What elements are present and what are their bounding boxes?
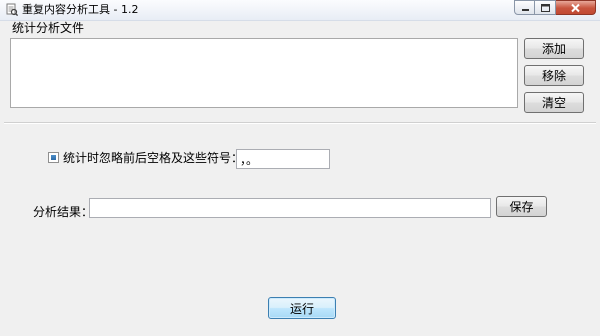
minimize-icon	[522, 9, 529, 11]
remove-button[interactable]: 移除	[524, 65, 584, 86]
save-button[interactable]: 保存	[496, 196, 547, 217]
maximize-button[interactable]	[535, 0, 556, 15]
close-button[interactable]	[556, 0, 596, 15]
result-input[interactable]	[89, 198, 491, 218]
close-icon	[571, 3, 580, 13]
separator	[4, 122, 596, 124]
checkbox-fill	[51, 155, 56, 160]
add-button[interactable]: 添加	[524, 38, 584, 59]
ignore-symbols-checkbox[interactable]	[48, 152, 59, 163]
files-section-label: 统计分析文件	[12, 21, 85, 35]
symbols-input[interactable]	[236, 149, 330, 169]
maximize-icon	[541, 4, 550, 12]
clear-button[interactable]: 清空	[524, 92, 584, 113]
file-list[interactable]	[10, 38, 518, 108]
run-button[interactable]: 运行	[268, 297, 336, 319]
app-icon	[5, 3, 19, 17]
minimize-button[interactable]	[514, 0, 535, 15]
ignore-symbols-label: 统计时忽略前后空格及这些符号：	[63, 151, 244, 165]
result-label: 分析结果：	[33, 205, 94, 219]
window-title: 重复内容分析工具 - 1.2	[22, 3, 139, 16]
title-bar: 重复内容分析工具 - 1.2	[0, 0, 600, 21]
